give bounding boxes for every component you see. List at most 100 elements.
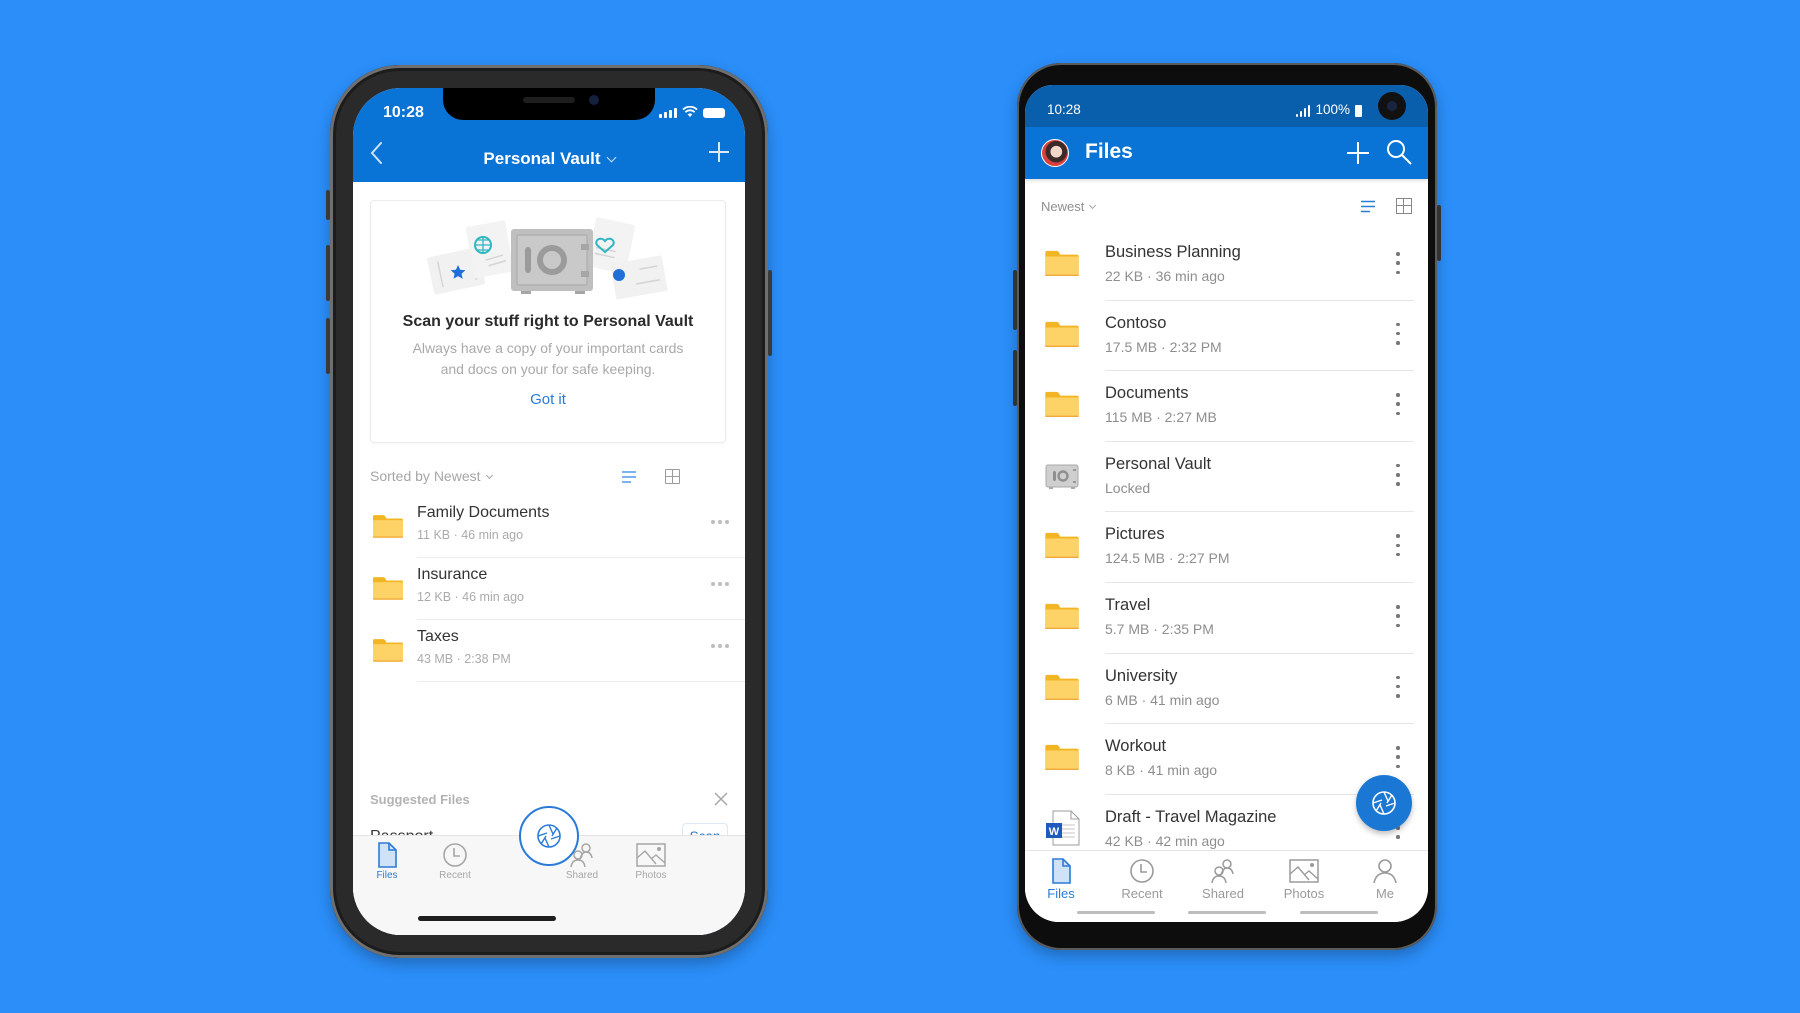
- file-meta: 124.5 MB · 2:27 PM: [1105, 550, 1230, 567]
- plus-icon[interactable]: [707, 140, 731, 164]
- file-icon-wrap: [1045, 532, 1079, 563]
- file-row[interactable]: University 6 MB · 41 min ago: [1025, 654, 1428, 725]
- tab-shared[interactable]: Shared: [552, 842, 612, 881]
- file-meta: 17.5 MB · 2:32 PM: [1105, 338, 1222, 355]
- tab-label: Files: [1047, 886, 1075, 901]
- more-options-icon[interactable]: [711, 644, 731, 650]
- scan-camera-fab[interactable]: [1356, 775, 1412, 831]
- personal-vault-promo-card: Scan your stuff right to Personal Vault …: [370, 200, 726, 443]
- file-name: Draft - Travel Magazine: [1105, 807, 1277, 826]
- search-icon[interactable]: [1386, 139, 1412, 165]
- sort-dropdown[interactable]: Newest: [1041, 199, 1097, 214]
- tab-label: Photos: [635, 870, 667, 881]
- close-icon[interactable]: [714, 792, 728, 806]
- image-icon: [1289, 859, 1319, 883]
- battery-icon: [1355, 105, 1362, 117]
- more-options-icon[interactable]: [1396, 534, 1400, 557]
- folder-icon: [1045, 533, 1079, 559]
- people-icon: [570, 843, 593, 868]
- file-icon-wrap: [1045, 462, 1079, 495]
- more-options-icon[interactable]: [1396, 463, 1400, 486]
- more-options-icon[interactable]: [1396, 746, 1400, 769]
- file-row[interactable]: Personal Vault Locked: [1025, 442, 1428, 513]
- plus-icon[interactable]: [1346, 141, 1370, 165]
- tab-files[interactable]: Files: [357, 842, 417, 881]
- vault-title-dropdown[interactable]: Personal Vault: [353, 149, 745, 169]
- file-icon-wrap: [1045, 603, 1079, 634]
- more-options-icon[interactable]: [1396, 675, 1400, 698]
- file-row[interactable]: Taxes 43 MB · 2:38 PM: [353, 620, 745, 682]
- promo-description-line: Always have a copy of your important car…: [412, 340, 684, 356]
- vault-illustration: [427, 217, 668, 300]
- folder-icon: [1045, 674, 1079, 700]
- grid-view-icon[interactable]: [1396, 198, 1412, 214]
- front-camera: [1378, 92, 1406, 120]
- tab-me[interactable]: Me: [1355, 858, 1415, 901]
- page-title: Files: [1085, 140, 1133, 163]
- ios-header: 10:28 Personal Vault: [353, 88, 745, 182]
- chevron-down-icon: [485, 471, 493, 480]
- tab-files[interactable]: Files: [1031, 858, 1091, 901]
- more-options-icon[interactable]: [711, 582, 731, 588]
- more-options-icon[interactable]: [1396, 393, 1400, 416]
- list-view-icon[interactable]: [621, 470, 637, 484]
- sort-label: Newest: [1041, 199, 1085, 214]
- tab-photos[interactable]: Photos: [1274, 858, 1334, 901]
- status-time: 10:28: [383, 104, 424, 121]
- file-row[interactable]: Family Documents 11 KB · 46 min ago: [353, 496, 745, 558]
- folder-icon-wrap: [373, 514, 403, 543]
- camera-shutter-icon: [1372, 791, 1396, 815]
- file-row[interactable]: Pictures 124.5 MB · 2:27 PM: [1025, 512, 1428, 583]
- tab-recent[interactable]: Recent: [425, 842, 485, 881]
- file-row[interactable]: Documents 115 MB · 2:27 MB: [1025, 371, 1428, 442]
- file-row[interactable]: Travel 5.7 MB · 2:35 PM: [1025, 583, 1428, 654]
- vault-icon: [1045, 464, 1079, 489]
- iphone-mute-switch: [326, 190, 330, 220]
- android-app-bar: Files: [1025, 127, 1428, 179]
- tab-photos[interactable]: Photos: [621, 842, 681, 881]
- file-name: Documents: [1105, 384, 1189, 403]
- status-icons: [659, 106, 725, 118]
- more-options-icon[interactable]: [1396, 605, 1400, 627]
- tab-shared[interactable]: Shared: [1193, 858, 1253, 901]
- folder-icon-wrap: [373, 638, 403, 667]
- iphone-side-button: [768, 270, 772, 356]
- file-icon: [1052, 858, 1071, 884]
- more-options-icon[interactable]: [1396, 252, 1400, 274]
- iphone-volume-up: [326, 245, 330, 301]
- clock-icon: [443, 843, 467, 867]
- android-tab-bar: Files Recent Shared Photos Me: [1025, 850, 1428, 922]
- file-name: Business Planning: [1105, 243, 1241, 261]
- person-icon: [1373, 859, 1397, 884]
- more-options-icon[interactable]: [711, 520, 731, 526]
- tab-label: Files: [376, 870, 398, 881]
- file-meta: 43 MB · 2:38 PM: [417, 652, 511, 666]
- promo-title: Scan your stuff right to Personal Vault: [402, 313, 694, 330]
- grid-view-icon[interactable]: [665, 469, 680, 484]
- folder-icon: [373, 577, 403, 600]
- page-title: Personal Vault: [483, 149, 601, 168]
- file-row[interactable]: Business Planning 22 KB · 36 min ago: [1025, 230, 1428, 301]
- file-name: Pictures: [1105, 525, 1165, 544]
- folder-icon: [373, 515, 403, 538]
- more-options-icon[interactable]: [1396, 322, 1400, 345]
- file-name: Workout: [1105, 737, 1167, 756]
- word-doc-icon: W: [1046, 810, 1080, 846]
- file-name: Insurance: [417, 566, 488, 583]
- nav-gesture-bar: [1300, 911, 1378, 914]
- got-it-button[interactable]: Got it: [371, 391, 725, 408]
- list-view-icon[interactable]: [1360, 200, 1376, 213]
- sort-dropdown[interactable]: Sorted by Newest: [370, 468, 493, 484]
- avatar[interactable]: [1041, 139, 1069, 167]
- tab-recent[interactable]: Recent: [1112, 858, 1172, 901]
- file-row[interactable]: Contoso 17.5 MB · 2:32 PM: [1025, 301, 1428, 372]
- file-icon-wrap: [1045, 321, 1079, 352]
- tab-label: Me: [1375, 886, 1395, 901]
- tab-label: Shared: [565, 870, 599, 881]
- file-meta: Locked: [1105, 479, 1151, 496]
- file-icon-wrap: [1045, 391, 1079, 422]
- svg-text:W: W: [1049, 826, 1060, 838]
- tab-label: Recent: [439, 870, 471, 881]
- file-row[interactable]: Insurance 12 KB · 46 min ago: [353, 558, 745, 620]
- home-indicator: [418, 916, 556, 921]
